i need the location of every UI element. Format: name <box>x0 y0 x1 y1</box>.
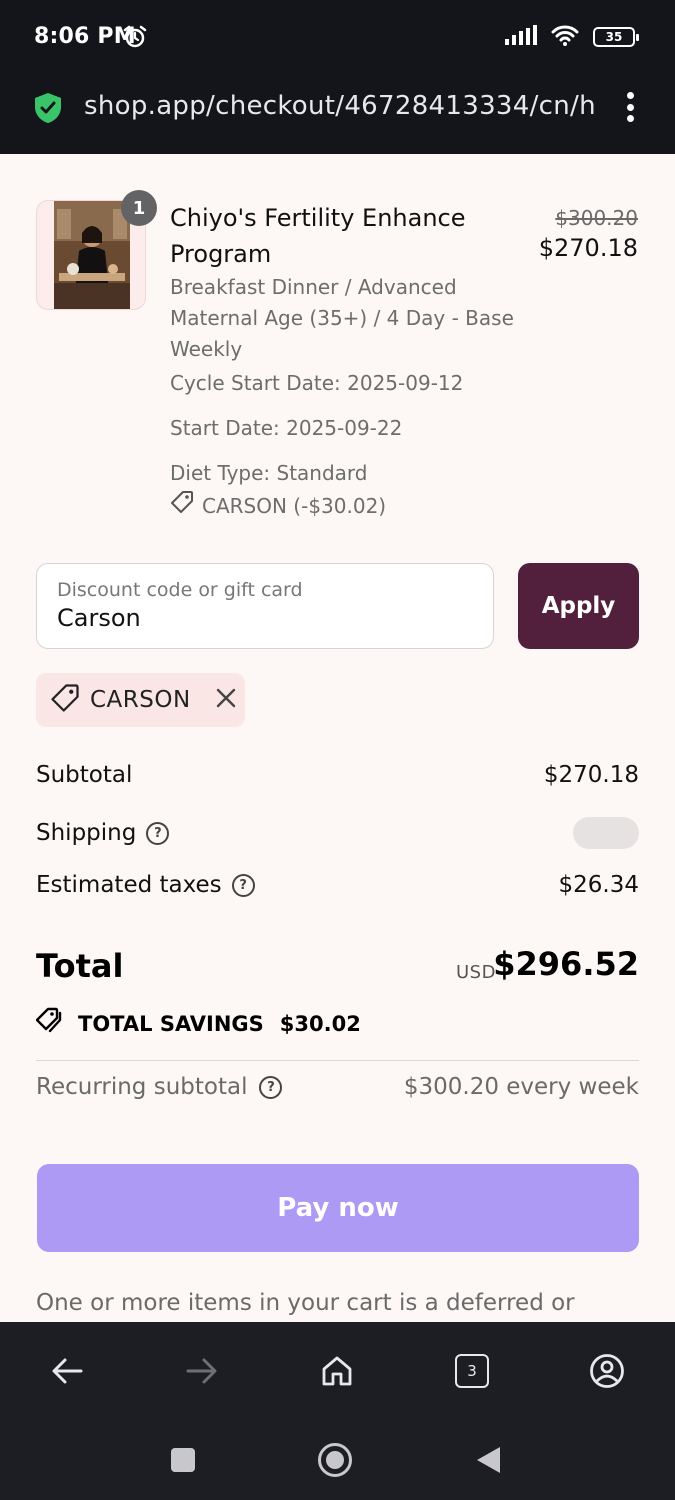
product-variant: Breakfast Dinner / Advanced Maternal Age… <box>170 275 514 361</box>
recurring-subtotal-row: Recurring subtotal ? $300.20 every week <box>36 1074 639 1100</box>
checkout-summary: 1 Chiyo's Fertility Enhance Program $300… <box>0 154 675 1322</box>
total-savings: TOTAL SAVINGS $30.02 <box>35 1007 361 1040</box>
recurring-label: Recurring subtotal <box>36 1074 248 1100</box>
subtotal-value: $270.18 <box>543 762 639 788</box>
recurring-label-group: Recurring subtotal ? <box>36 1074 283 1100</box>
shipping-value-loading <box>573 817 639 849</box>
account-icon[interactable] <box>582 1346 632 1396</box>
url-bar[interactable]: shop.app/checkout/46728413334/cn/hWN2Cx <box>0 76 675 154</box>
tag-icon <box>170 490 194 523</box>
currency-code: USD <box>456 962 496 983</box>
subtotal-row: Subtotal $270.18 <box>36 762 639 788</box>
pay-now-button[interactable]: Pay now <box>37 1164 639 1252</box>
product-title: Chiyo's Fertility Enhance Program <box>170 204 466 268</box>
quantity-badge: 1 <box>121 190 157 226</box>
cycle-start-date: Cycle Start Date: 2025-09-12 <box>170 371 464 395</box>
back-arrow-icon[interactable] <box>42 1346 92 1396</box>
original-price: $300.20 <box>555 206 638 230</box>
tabs-icon[interactable]: 3 <box>447 1346 497 1396</box>
product-price: $270.18 <box>538 234 638 262</box>
total-label: Total <box>36 947 124 985</box>
close-icon[interactable] <box>215 687 237 713</box>
taxes-label-group: Estimated taxes ? <box>36 872 255 898</box>
discount-placeholder: Discount code or gift card <box>57 579 303 601</box>
product-discount: CARSON (-$30.02) <box>170 490 386 523</box>
home-icon[interactable] <box>312 1346 362 1396</box>
home-circle-icon[interactable] <box>315 1440 355 1480</box>
back-triangle-icon[interactable] <box>468 1440 508 1480</box>
shield-check-icon[interactable] <box>34 92 62 128</box>
tab-count: 3 <box>455 1354 489 1388</box>
signal-icon <box>505 25 537 49</box>
product-discount-label: CARSON (-$30.02) <box>202 494 387 518</box>
tag-icon <box>50 683 80 717</box>
system-navigation <box>0 1420 675 1500</box>
wifi-icon <box>551 24 579 50</box>
taxes-row: Estimated taxes ? $26.34 <box>36 872 639 898</box>
start-date: Start Date: 2025-09-22 <box>170 416 403 440</box>
savings-label: TOTAL SAVINGS <box>78 1011 264 1036</box>
applied-code-chip: CARSON <box>36 673 245 727</box>
recurring-value: $300.20 every week <box>403 1074 639 1100</box>
shipping-row: Shipping ? <box>36 817 639 849</box>
shipping-label: Shipping <box>36 820 137 846</box>
shipping-label-group: Shipping ? <box>36 820 170 846</box>
browser-toolbar: 3 <box>0 1322 675 1420</box>
status-bar: 8:06 PM 35 <box>0 0 675 76</box>
applied-code-label: CARSON <box>90 687 191 713</box>
savings-value: $30.02 <box>279 1011 361 1036</box>
forward-arrow-icon[interactable] <box>177 1346 227 1396</box>
alarm-icon <box>122 24 148 54</box>
help-icon[interactable]: ? <box>146 821 170 845</box>
apply-button[interactable]: Apply <box>518 563 639 649</box>
divider <box>36 1060 639 1061</box>
clock: 8:06 PM <box>34 24 136 49</box>
tags-icon <box>35 1007 66 1040</box>
battery-icon: 35 <box>593 27 639 47</box>
discount-field[interactable]: Discount code or gift card Carson <box>36 563 494 649</box>
deferred-note: One or more items in your cart is a defe… <box>36 1290 575 1316</box>
total-value: $296.52 <box>493 945 639 983</box>
help-icon[interactable]: ? <box>259 1075 283 1099</box>
taxes-label: Estimated taxes <box>36 872 222 898</box>
url-text[interactable]: shop.app/checkout/46728413334/cn/hWN2Cx <box>84 91 594 121</box>
taxes-value: $26.34 <box>558 872 639 898</box>
diet-type: Diet Type: Standard <box>170 461 368 485</box>
discount-input[interactable]: Carson <box>57 604 141 632</box>
more-vert-icon[interactable] <box>625 92 635 122</box>
recent-apps-icon[interactable] <box>163 1440 203 1480</box>
help-icon[interactable]: ? <box>231 873 255 897</box>
subtotal-label: Subtotal <box>36 762 133 788</box>
